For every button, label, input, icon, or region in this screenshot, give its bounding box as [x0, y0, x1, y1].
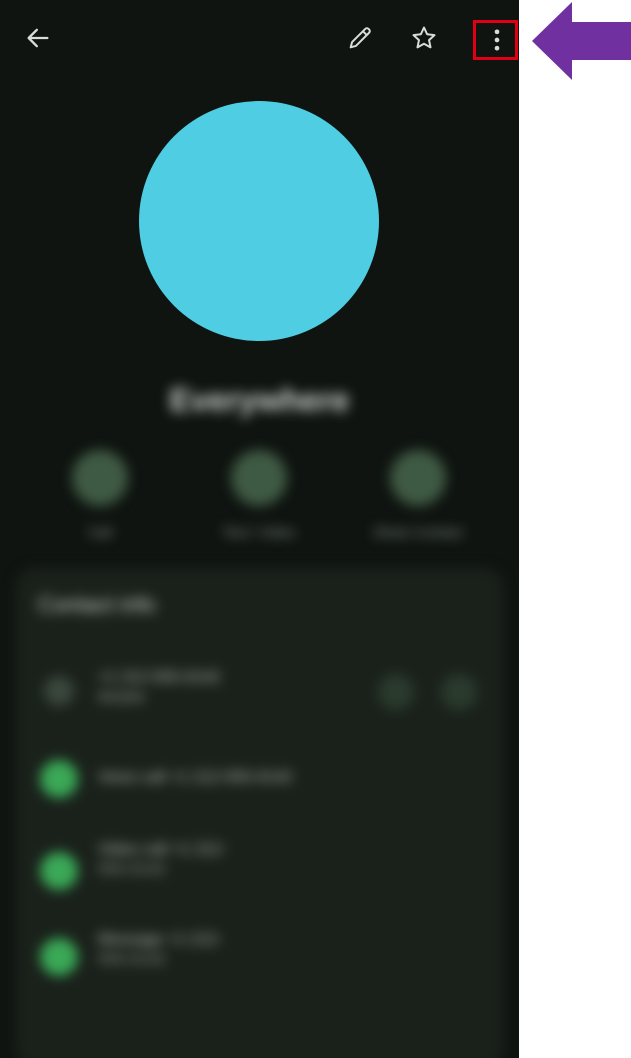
star-outline-icon: [412, 26, 436, 49]
message-number: 555-0142: [98, 951, 166, 968]
text-video-action-label: Text / Video: [222, 524, 296, 540]
list-item[interactable]: Video call +1 212- 555-0142: [98, 840, 226, 880]
video-button[interactable]: [441, 674, 477, 710]
contact-name: Everywhere: [169, 382, 350, 418]
phone-icon: [44, 676, 74, 706]
message-label: Message +1 212-: [98, 931, 223, 948]
video-call-label: Video call +1 212-: [98, 841, 227, 858]
app-icon: [40, 938, 78, 976]
arrow-left-icon: [27, 28, 49, 48]
text-video-action[interactable]: Text / Video: [189, 450, 329, 540]
call-action[interactable]: Call: [30, 450, 170, 540]
blurred-content: Everywhere Call Text / Video Share Conta…: [0, 340, 519, 1058]
video-call-number: 555-0142: [98, 861, 166, 878]
pointer-arrow-icon: [532, 2, 631, 80]
contact-info-card: Contact info +1 212-555-0142 Mobile Voic…: [16, 568, 503, 1058]
back-button[interactable]: [16, 16, 60, 60]
list-item[interactable]: Message +1 212- 555-0142: [98, 930, 222, 970]
contact-details-screen: Everywhere Call Text / Video Share Conta…: [0, 0, 519, 1058]
contact-avatar: [139, 101, 379, 341]
message-icon: [231, 450, 287, 506]
share-contact-action-label: Share Contact: [373, 524, 463, 540]
voice-call-label: Voice call +1 212-555-0142: [98, 769, 293, 786]
app-icon: [40, 760, 78, 798]
favorite-button[interactable]: [402, 16, 446, 60]
phone-number: +1 212-555-0142: [98, 669, 221, 686]
share-contact-action[interactable]: Share Contact: [348, 450, 488, 540]
message-button[interactable]: [378, 674, 414, 710]
call-action-label: Call: [87, 524, 113, 540]
pencil-icon: [349, 27, 371, 49]
list-item[interactable]: Voice call +1 212-555-0142: [98, 768, 292, 788]
highlight-box: [473, 20, 518, 60]
list-item[interactable]: +1 212-555-0142 Mobile: [98, 668, 220, 708]
edit-button[interactable]: [338, 16, 382, 60]
phone-icon: [72, 450, 128, 506]
top-app-bar: [0, 0, 519, 80]
contact-info-title: Contact info: [38, 592, 156, 617]
app-icon: [40, 852, 78, 890]
share-icon: [390, 450, 446, 506]
phone-type: Mobile: [98, 689, 146, 706]
